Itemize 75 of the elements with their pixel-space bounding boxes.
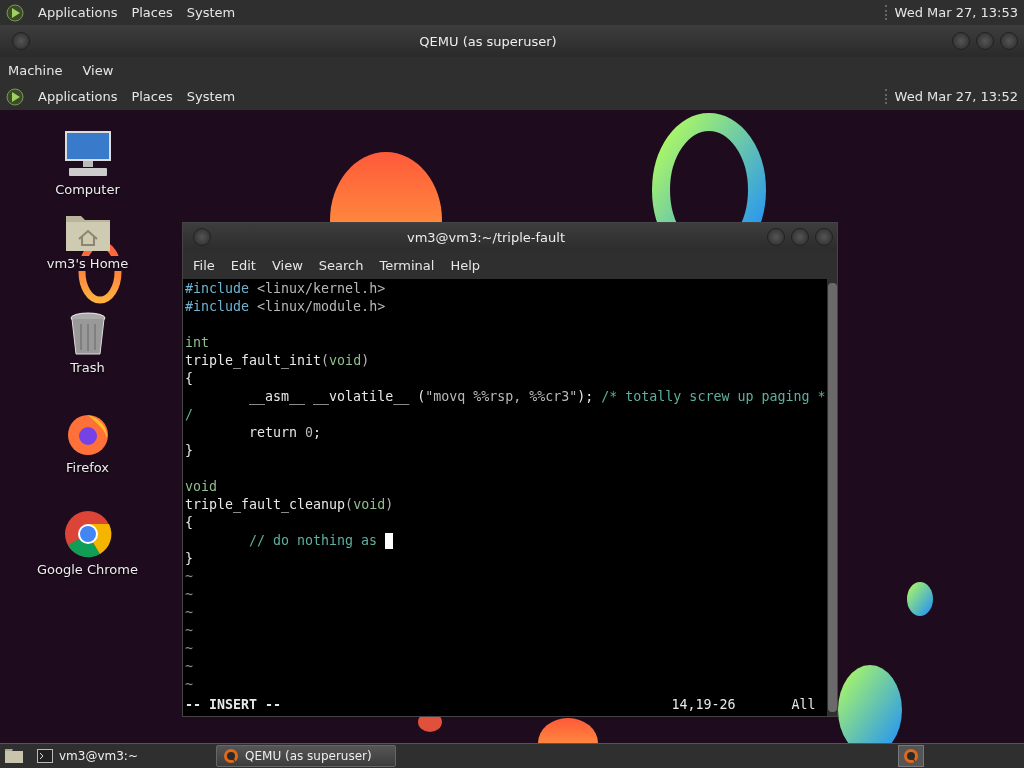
code-text: triple_fault_cleanup bbox=[185, 496, 346, 514]
trash-icon[interactable] bbox=[68, 312, 107, 356]
code-text: #include bbox=[185, 298, 250, 316]
desktop-icon-label[interactable]: Trash bbox=[68, 360, 107, 375]
code-text: } bbox=[185, 550, 193, 568]
chrome-icon[interactable] bbox=[63, 510, 112, 558]
tray-button[interactable] bbox=[898, 745, 924, 767]
qemu-icon bbox=[223, 748, 239, 764]
code-text: ; bbox=[313, 424, 322, 442]
menu-item[interactable]: Edit bbox=[222, 253, 264, 277]
panel-menu[interactable]: Applications bbox=[38, 89, 118, 104]
menu-item[interactable]: Help bbox=[442, 253, 489, 277]
code-text: { bbox=[185, 370, 193, 388]
code-text: } bbox=[185, 442, 193, 460]
show-desktop-icon[interactable] bbox=[4, 748, 24, 764]
code-text: void bbox=[329, 352, 362, 370]
desktop-icon-label[interactable]: vm3's Home bbox=[44, 256, 131, 271]
code-text: { bbox=[185, 514, 193, 532]
code-text: #include bbox=[185, 280, 250, 298]
empty-line-marker: ~ bbox=[185, 568, 193, 586]
computer-icon[interactable] bbox=[62, 130, 113, 178]
code-text: ( bbox=[321, 352, 330, 370]
code-text: int bbox=[185, 334, 210, 352]
terminal-icon bbox=[37, 749, 53, 763]
desktop-icon-label[interactable]: Firefox bbox=[64, 460, 111, 475]
code-text: "movq %%rsp, %%cr3" bbox=[425, 388, 578, 406]
code-text: ); bbox=[577, 388, 595, 406]
code-text: return bbox=[248, 424, 299, 442]
window-title: QEMU (as superuser) bbox=[418, 33, 558, 49]
gnome-foot-icon[interactable] bbox=[6, 87, 24, 106]
code-text: / bbox=[185, 406, 193, 424]
menu-item[interactable]: Machine bbox=[8, 62, 63, 78]
panel-menu[interactable]: System bbox=[186, 5, 236, 20]
code-text: ) bbox=[361, 352, 370, 370]
scrollbar[interactable] bbox=[827, 279, 837, 716]
empty-line-marker: ~ bbox=[185, 658, 193, 676]
clock: Wed Mar 27, 13:53 bbox=[884, 5, 1018, 20]
gnome-foot-icon[interactable] bbox=[6, 3, 24, 22]
code-text: ( bbox=[345, 496, 354, 514]
code-text: /* totally screw up paging * bbox=[601, 388, 826, 406]
editor-mode: -- INSERT -- bbox=[185, 696, 283, 714]
wallpaper-blob bbox=[538, 718, 598, 743]
desktop-icon-label[interactable]: Computer bbox=[53, 182, 122, 197]
menu-item[interactable]: Search bbox=[310, 253, 372, 277]
code-text: void bbox=[185, 478, 218, 496]
panel-menu[interactable]: Places bbox=[131, 89, 173, 104]
taskbar-button[interactable]: vm3@vm3:~ bbox=[30, 745, 210, 767]
menu-item[interactable]: Terminal bbox=[371, 253, 443, 277]
empty-line-marker: ~ bbox=[185, 676, 193, 694]
code-text: // do nothing as bbox=[248, 532, 379, 550]
clock: Wed Mar 27, 13:52 bbox=[884, 89, 1018, 104]
menu-item[interactable]: View bbox=[82, 62, 114, 78]
wallpaper-blob bbox=[907, 582, 933, 616]
code-text: <linux/kernel.h> bbox=[256, 280, 386, 298]
menu-item[interactable]: File bbox=[185, 253, 223, 277]
window-title: vm3@vm3:~/triple-fault bbox=[406, 229, 566, 245]
panel-menu[interactable]: Applications bbox=[38, 5, 118, 20]
empty-line-marker: ~ bbox=[185, 586, 193, 604]
code-text: void bbox=[353, 496, 386, 514]
panel-menu[interactable]: System bbox=[186, 89, 236, 104]
empty-line-marker: ~ bbox=[185, 640, 193, 658]
cursor-position: 14,19-26 bbox=[671, 696, 737, 714]
scroll-position: All bbox=[791, 696, 817, 714]
desktop-icon-label[interactable]: Google Chrome bbox=[35, 562, 140, 577]
qemu-icon bbox=[903, 748, 919, 764]
code-text: 0 bbox=[305, 424, 314, 442]
code-text: ) bbox=[385, 496, 394, 514]
panel-menu[interactable]: Places bbox=[131, 5, 173, 20]
code-text: triple_fault_init bbox=[185, 352, 322, 370]
empty-line-marker: ~ bbox=[185, 622, 193, 640]
menu-item[interactable]: View bbox=[263, 253, 311, 277]
empty-line-marker: ~ bbox=[185, 604, 193, 622]
taskbar-button[interactable]: QEMU (as superuser) bbox=[216, 745, 396, 767]
code-text: __asm__ __volatile__ ( bbox=[248, 388, 426, 406]
code-text: <linux/module.h> bbox=[256, 298, 386, 316]
